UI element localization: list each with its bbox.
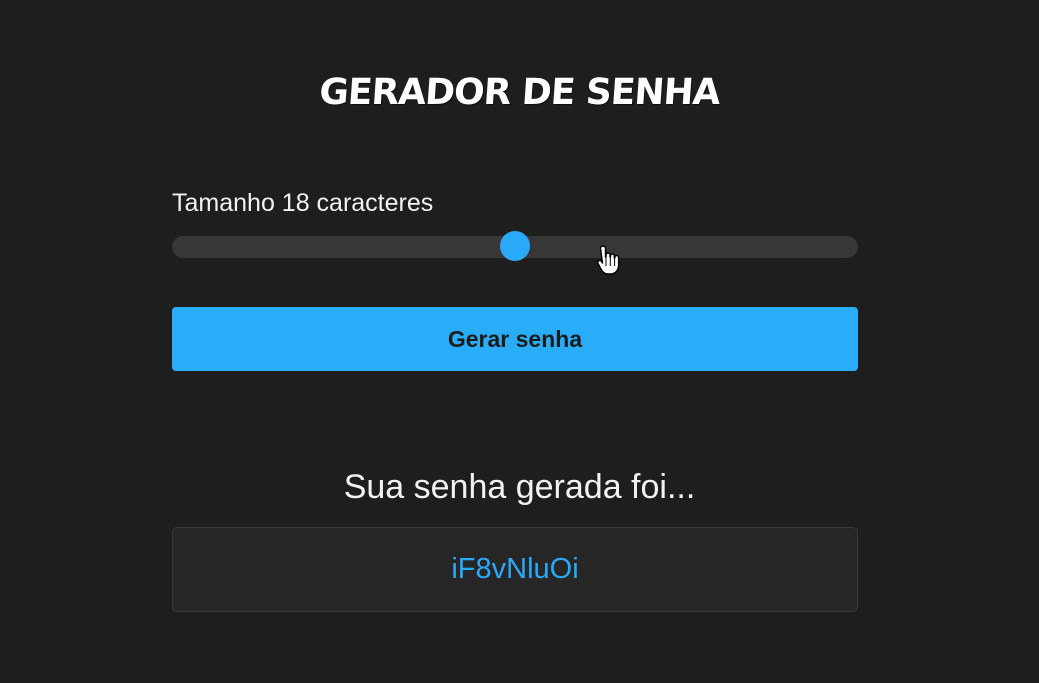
size-slider[interactable] [172,231,858,261]
generate-password-button[interactable]: Gerar senha [172,307,858,371]
slider-thumb[interactable] [500,231,530,261]
size-label: Tamanho 18 caracteres [172,189,434,217]
password-output-box[interactable]: iF8vNluOi [172,527,858,612]
result-heading: Sua senha gerada foi... [343,468,696,506]
password-generator-page: GERADOR DE SENHA Tamanho 18 caracteres G… [0,0,1039,683]
page-title: GERADOR DE SENHA [318,72,721,113]
generated-password[interactable]: iF8vNluOi [451,553,578,586]
